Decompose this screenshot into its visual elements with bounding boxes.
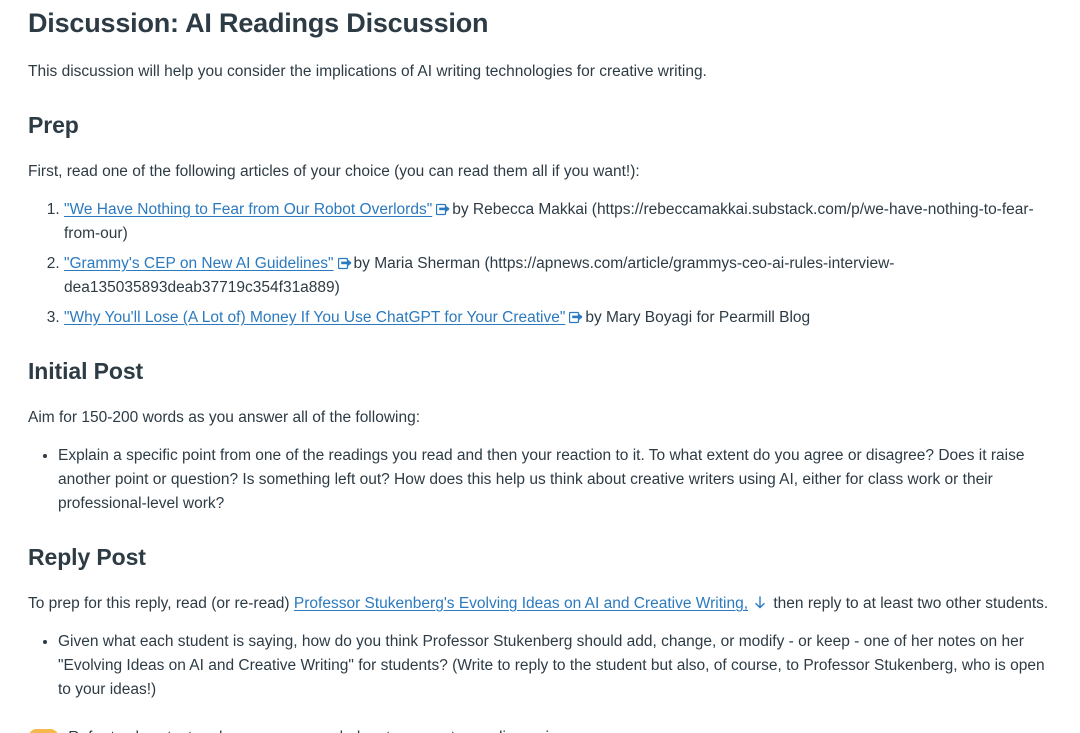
- section-heading-initial-post: Initial Post: [28, 358, 144, 384]
- list-item: "Grammy's CEP on New AI Guidelines"by Ma…: [64, 252, 1056, 300]
- list-item: "Why You'll Lose (A Lot of) Money If You…: [64, 306, 1056, 330]
- reading-attribution-3: by Mary Boyagi for Pearmill Blog: [585, 309, 811, 326]
- reading-link-2[interactable]: "Grammy's CEP on New AI Guidelines": [64, 255, 334, 272]
- discussion-page: Discussion: AI Readings Discussion This …: [0, 0, 1080, 733]
- list-item: Given what each student is saying, how d…: [58, 630, 1056, 702]
- stukenberg-notes-link[interactable]: Professor Stukenberg's Evolving Ideas on…: [294, 595, 748, 612]
- reading-link-1[interactable]: "We Have Nothing to Fear from Our Robot …: [64, 201, 432, 218]
- initial-post-prompt-list: Explain a specific point from one of the…: [28, 444, 1056, 516]
- section-heading-reply-post: Reply Post: [28, 544, 146, 570]
- initial-post-instructions: Aim for 150-200 words as you answer all …: [28, 409, 421, 426]
- reply-lead-before: To prep for this reply, read (or re-read…: [28, 595, 294, 612]
- reply-post-prompt-list: Given what each student is saying, how d…: [28, 630, 1056, 702]
- tip-badge: TIP: [28, 729, 60, 733]
- reply-post-lead: To prep for this reply, read (or re-read…: [28, 592, 1056, 616]
- external-link-icon: [569, 311, 583, 324]
- download-icon: [753, 596, 767, 611]
- external-link-icon: [337, 257, 352, 270]
- intro-paragraph: This discussion will help you consider t…: [28, 63, 707, 80]
- list-item: Explain a specific point from one of the…: [58, 444, 1056, 516]
- section-heading-prep: Prep: [28, 112, 79, 138]
- list-item: "We Have Nothing to Fear from Our Robot …: [64, 198, 1056, 246]
- page-title: Discussion: AI Readings Discussion: [28, 8, 489, 38]
- external-link-icon: [436, 203, 450, 216]
- prep-instructions: First, read one of the following article…: [28, 163, 640, 180]
- tip-callout: TIP Refer to class text and use course v…: [28, 726, 1056, 733]
- reply-lead-after: then reply to at least two other student…: [769, 595, 1049, 612]
- reading-link-3[interactable]: "Why You'll Lose (A Lot of) Money If You…: [64, 309, 565, 326]
- readings-list: "We Have Nothing to Fear from Our Robot …: [28, 198, 1056, 330]
- tip-text: Refer to class text and use course vocab…: [68, 726, 570, 733]
